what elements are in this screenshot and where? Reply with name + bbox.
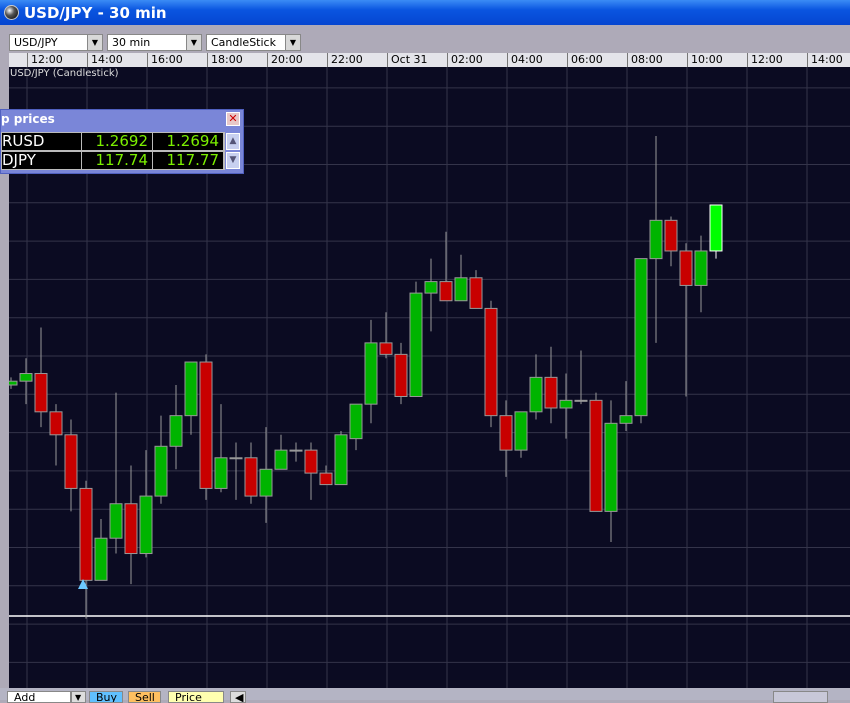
bid-price[interactable]: 117.74	[82, 152, 153, 169]
candle-body	[244, 457, 258, 497]
chart-type-value: CandleStick	[211, 36, 276, 49]
candle-body	[229, 457, 243, 460]
price-row[interactable]: DJPY 117.74 117.77	[1, 151, 225, 170]
candle-body	[64, 434, 78, 489]
candle-body	[154, 445, 168, 497]
time-tick-label: 20:00	[267, 53, 303, 67]
chevron-down-icon[interactable]: ▼	[71, 691, 86, 703]
candle-body	[184, 361, 198, 417]
candle-body	[109, 503, 123, 539]
candle-body	[19, 373, 33, 382]
candle-body	[334, 434, 348, 486]
candle-body	[574, 399, 588, 402]
time-tick-label: 18:00	[207, 53, 243, 67]
candle-body	[694, 250, 708, 286]
candle-body	[319, 472, 333, 486]
bottom-toolbar: Add Study ▼ Buy Sell Price Box ◀	[0, 688, 850, 703]
chevron-down-icon[interactable]: ▼	[186, 35, 201, 50]
time-tick-label: Oct 31	[387, 53, 428, 67]
candle-body	[544, 376, 558, 409]
price-symbol: RUSD	[2, 133, 82, 150]
candle-body	[469, 277, 483, 309]
sell-button[interactable]: Sell	[128, 691, 161, 703]
app-icon	[4, 5, 19, 20]
price-box-button[interactable]: Price Box	[168, 691, 224, 703]
candle-body	[709, 204, 723, 252]
add-study-button[interactable]: Add Study	[7, 691, 71, 703]
candle-body	[259, 468, 273, 497]
window-title: USD/JPY - 30 min	[24, 3, 167, 22]
time-tick-label: 06:00	[567, 53, 603, 67]
candle-body	[634, 258, 648, 417]
candle-body	[589, 399, 603, 512]
candle-body	[304, 449, 318, 474]
time-tick-label: 12:00	[747, 53, 783, 67]
time-tick-label: 16:00	[147, 53, 183, 67]
candle-body	[4, 380, 18, 386]
candle-body	[199, 361, 213, 489]
candle-body	[559, 399, 573, 409]
interval-value: 30 min	[112, 36, 151, 49]
candle-body	[649, 219, 663, 260]
interval-select[interactable]: 30 min ▼	[107, 34, 202, 51]
title-bar: USD/JPY - 30 min	[0, 0, 850, 25]
candle-body	[214, 457, 228, 489]
symbol-value: USD/JPY	[14, 36, 58, 49]
candle-body	[34, 373, 48, 413]
candle-body	[94, 537, 108, 581]
chart-label: USD/JPY (Candlestick)	[10, 68, 119, 79]
price-symbol: DJPY	[2, 152, 82, 169]
candle-body	[499, 415, 513, 451]
ask-price[interactable]: 1.2694	[153, 133, 224, 150]
candle-body	[49, 411, 63, 436]
time-tick-label: 12:00	[27, 53, 63, 67]
symbol-select[interactable]: USD/JPY ▼	[9, 34, 103, 51]
price-window[interactable]: p prices ✕ RUSD 1.2692 1.2694 DJPY 117.7…	[0, 109, 244, 174]
time-axis: 12:00 14:00 16:00 18:00 20:00 22:00 Oct 31 02:0…	[9, 53, 850, 67]
candle-body	[439, 281, 453, 302]
time-tick-label: 14:00	[807, 53, 843, 67]
time-tick-label: 02:00	[447, 53, 483, 67]
price-row[interactable]: RUSD 1.2692 1.2694	[1, 132, 225, 151]
candle-body	[379, 342, 393, 355]
candle-body	[169, 415, 183, 447]
candle-body	[124, 503, 138, 555]
candle-body	[454, 277, 468, 302]
scroll-left-icon[interactable]: ◀	[230, 691, 246, 703]
candle-body	[529, 376, 543, 413]
candle-body	[484, 307, 498, 417]
close-icon[interactable]: ✕	[226, 112, 240, 126]
candle-body	[139, 495, 153, 555]
candle-body	[604, 422, 618, 512]
candle-body	[364, 342, 378, 405]
candle-body	[514, 411, 528, 451]
time-tick-label: 22:00	[327, 53, 363, 67]
candle-body	[619, 415, 633, 424]
candle-body	[349, 403, 363, 440]
candle-body	[289, 449, 303, 452]
time-tick-label: 08:00	[627, 53, 663, 67]
time-tick-label: 10:00	[687, 53, 723, 67]
candle-body	[679, 250, 693, 286]
ask-price[interactable]: 117.77	[153, 152, 224, 169]
time-tick-label: 14:00	[87, 53, 123, 67]
candle-body	[274, 449, 288, 470]
scroll-up-icon[interactable]: ▲	[226, 133, 240, 150]
buy-button[interactable]: Buy	[89, 691, 123, 703]
chevron-down-icon[interactable]: ▼	[285, 35, 300, 50]
time-tick-label: 04:00	[507, 53, 543, 67]
scroll-down-icon[interactable]: ▼	[226, 152, 240, 169]
price-window-title: p prices	[1, 112, 55, 126]
bid-price[interactable]: 1.2692	[82, 133, 153, 150]
candle-body	[409, 292, 423, 397]
chevron-down-icon[interactable]: ▼	[87, 35, 102, 50]
candle-body	[394, 353, 408, 397]
candle-body	[79, 487, 93, 581]
candle-body	[424, 281, 438, 294]
candle-body	[664, 219, 678, 252]
chart-type-select[interactable]: CandleStick ▼	[206, 34, 301, 51]
scrollbar-thumb[interactable]	[773, 691, 828, 703]
